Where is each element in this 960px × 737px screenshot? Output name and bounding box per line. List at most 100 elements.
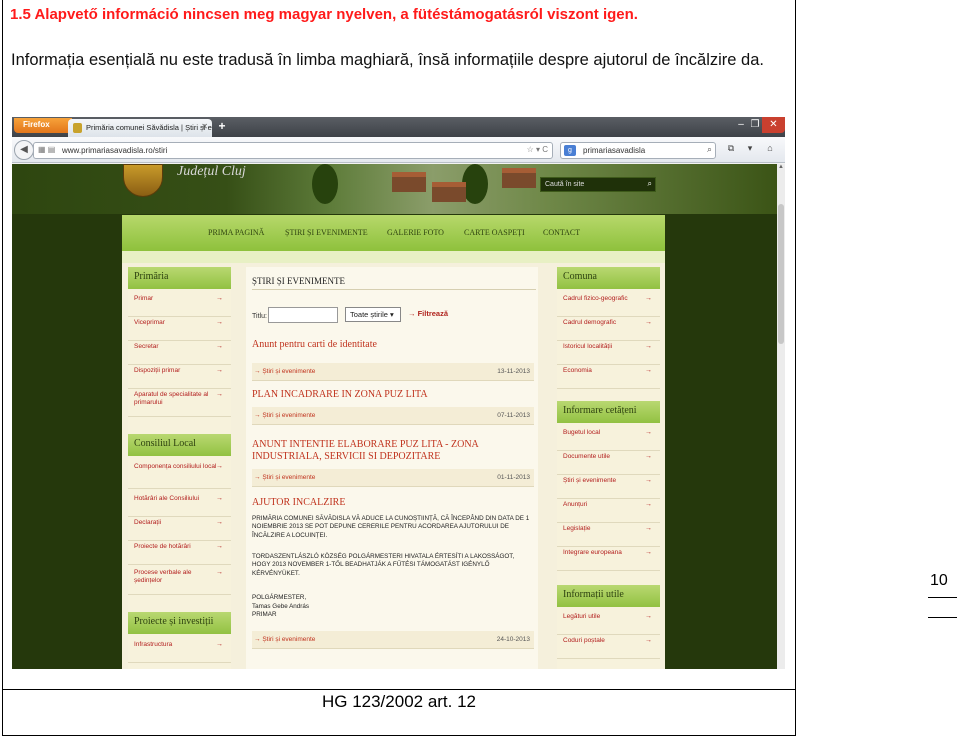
news-filter-select[interactable]: Toate știrile ▾	[345, 307, 401, 322]
menu-band	[122, 251, 665, 263]
vertical-scrollbar[interactable]: ▲	[777, 164, 785, 669]
banner-house	[432, 182, 466, 202]
close-icon[interactable]: ✕	[201, 122, 208, 131]
menu-item-gallery[interactable]: GALERIE FOTO	[387, 228, 444, 237]
browser-search-value: primariasavadisla	[583, 146, 646, 155]
home-icon[interactable]: ⌂	[763, 143, 777, 157]
arrow-right-icon: →	[216, 367, 223, 374]
arrow-right-icon: →	[216, 295, 223, 302]
sidebar-item[interactable]: Aparatul de specialitate al primarului →	[128, 391, 231, 417]
sidebar-item[interactable]: Legislație →	[557, 525, 660, 547]
tab-title: Primăria comunei Săvădisla | Știri și ev…	[86, 123, 212, 132]
sidebar-item[interactable]: Legături utile →	[557, 613, 660, 635]
news-category[interactable]: → Știri și evenimente	[254, 636, 315, 643]
web-page-viewport: Județul Cluj Caută în site ⌕ PRIMA PAGIN…	[12, 164, 777, 669]
filter-button[interactable]: → Filtrează	[408, 309, 448, 318]
news-title[interactable]: AJUTOR INCALZIRE	[252, 497, 345, 509]
sidebar-item[interactable]: Cadrul fizico-geografic →	[557, 295, 660, 317]
menu-item-news[interactable]: ȘTIRI ȘI EVENIMENTE	[285, 228, 368, 237]
coat-of-arms-icon	[123, 164, 163, 197]
arrow-right-icon: →	[216, 641, 223, 648]
arrow-right-icon: →	[645, 549, 652, 556]
sidebar-item[interactable]: Documente utile →	[557, 453, 660, 475]
news-title[interactable]: ANUNT INTENTIE ELABORARE PUZ LITA - ZONA…	[252, 439, 492, 463]
sidebar-item[interactable]: Știri și evenimente →	[557, 477, 660, 499]
sidebar-item[interactable]: Hotărâri ale Consiliului →	[128, 495, 231, 517]
site-search-placeholder: Caută în site	[545, 181, 585, 188]
title-filter-input[interactable]	[268, 307, 338, 323]
document-heading: 1.5 Alapvető információ nincsen meg magy…	[10, 6, 638, 23]
scroll-up-arrow-icon[interactable]: ▲	[777, 164, 785, 172]
arrow-right-icon: →	[216, 391, 223, 398]
page-number-rule	[928, 617, 957, 618]
sidebar-item[interactable]: Economia →	[557, 367, 660, 389]
sidebar-item[interactable]: Componența consiliului local →	[128, 463, 231, 489]
arrow-right-icon: →	[216, 543, 223, 550]
menu-item-guestbook[interactable]: CARTE OASPEȚI	[464, 228, 525, 237]
firefox-menu-button[interactable]: Firefox	[14, 118, 72, 133]
bookmarks-icon[interactable]: ▾	[743, 143, 757, 157]
url-bar[interactable]: ▦ ▤ www.primariasavadisla.ro/stiri ☆ ▾ C	[33, 142, 553, 159]
news-title[interactable]: PLAN INCADRARE IN ZONA PUZ LITA	[252, 389, 428, 401]
menu-item-home[interactable]: PRIMA PAGINĂ	[208, 228, 264, 237]
bookmark-star-icon[interactable]: ☆ ▾ C	[527, 145, 548, 154]
arrow-right-icon: →	[216, 463, 223, 470]
filter-label: Titlu:	[252, 313, 267, 320]
site-search-input[interactable]: Caută în site ⌕	[540, 177, 656, 192]
maximize-icon[interactable]: ❐	[748, 117, 762, 133]
sidebar-item[interactable]: Bugetul local →	[557, 429, 660, 451]
search-icon[interactable]: ⌕	[707, 144, 712, 155]
sidebar-item[interactable]: Proiecte de hotărâri →	[128, 543, 231, 565]
sidebar-item[interactable]: Primar →	[128, 295, 231, 317]
news-date: 07-11-2013	[497, 412, 530, 419]
browser-search-box[interactable]: g primariasavadisla ⌕	[560, 142, 716, 159]
news-meta: → Știri și evenimente 07-11-2013	[252, 407, 534, 425]
sidebar-item[interactable]: Viceprimar →	[128, 319, 231, 341]
content-title: ȘTIRI ȘI EVENIMENTE	[252, 276, 345, 286]
news-meta: → Știri și evenimente 01-11-2013	[252, 469, 534, 487]
site-page: PRIMA PAGINĂ ȘTIRI ȘI EVENIMENTE GALERIE…	[122, 215, 665, 669]
county-label: Județul Cluj	[177, 164, 246, 179]
sidebar-item[interactable]: Infrastructura →	[128, 641, 231, 663]
downloads-icon[interactable]: ⧉	[724, 143, 738, 157]
sidebar-item[interactable]: Istoricul localității →	[557, 343, 660, 365]
news-item: ANUNT INTENTIE ELABORARE PUZ LITA - ZONA…	[252, 439, 534, 499]
banner-tree	[312, 164, 338, 204]
browser-screenshot: Firefox Primăria comunei Săvădisla | Ști…	[12, 117, 785, 669]
new-tab-button[interactable]: +	[215, 119, 229, 135]
news-category[interactable]: → Știri și evenimente	[254, 368, 315, 375]
browser-tab[interactable]: Primăria comunei Săvădisla | Știri și ev…	[68, 119, 212, 137]
sidebar-item[interactable]: Procese verbale ale ședințelor →	[128, 569, 231, 595]
arrow-right-icon: →	[645, 477, 652, 484]
favicon-icon	[73, 123, 82, 133]
scrollbar-thumb[interactable]	[778, 204, 784, 344]
sidebar-item[interactable]: Coduri poștale →	[557, 637, 660, 659]
news-category[interactable]: → Știri și evenimente	[254, 474, 315, 481]
sidebar-item[interactable]: Secretar →	[128, 343, 231, 365]
menu-item-contact[interactable]: CONTACT	[543, 228, 580, 237]
search-engine-icon[interactable]: g	[564, 145, 576, 156]
arrow-right-icon: →	[645, 367, 652, 374]
banner-house	[502, 168, 536, 188]
back-arrow-icon[interactable]: ◀	[14, 140, 34, 160]
page-number-rule	[928, 597, 957, 598]
window-close-icon[interactable]: ✕	[762, 117, 785, 133]
sidebar-item[interactable]: Declarații →	[128, 519, 231, 541]
arrow-right-icon: →	[645, 429, 652, 436]
site-identity-icon: ▦ ▤	[38, 145, 56, 154]
news-title[interactable]: Anunt pentru carti de identitate	[252, 339, 377, 351]
document-paragraph: Informația esențială nu este tradusă în …	[11, 51, 764, 69]
search-icon[interactable]: ⌕	[648, 179, 652, 189]
minimize-icon[interactable]: –	[734, 117, 748, 133]
arrow-right-icon: →	[645, 343, 652, 350]
sidebar-item[interactable]: Anunțuri →	[557, 501, 660, 523]
news-category[interactable]: → Știri și evenimente	[254, 412, 315, 419]
arrow-right-icon: →	[645, 453, 652, 460]
sidebar-item[interactable]: Cadrul demografic →	[557, 319, 660, 341]
arrow-right-icon: →	[645, 501, 652, 508]
sidebar-item[interactable]: Dispoziții primar →	[128, 367, 231, 389]
arrow-right-icon: →	[645, 525, 652, 532]
sidebar-heading: Informații utile	[557, 585, 660, 607]
arrow-right-icon: →	[216, 495, 223, 502]
sidebar-item[interactable]: Integrare europeana →	[557, 549, 660, 571]
